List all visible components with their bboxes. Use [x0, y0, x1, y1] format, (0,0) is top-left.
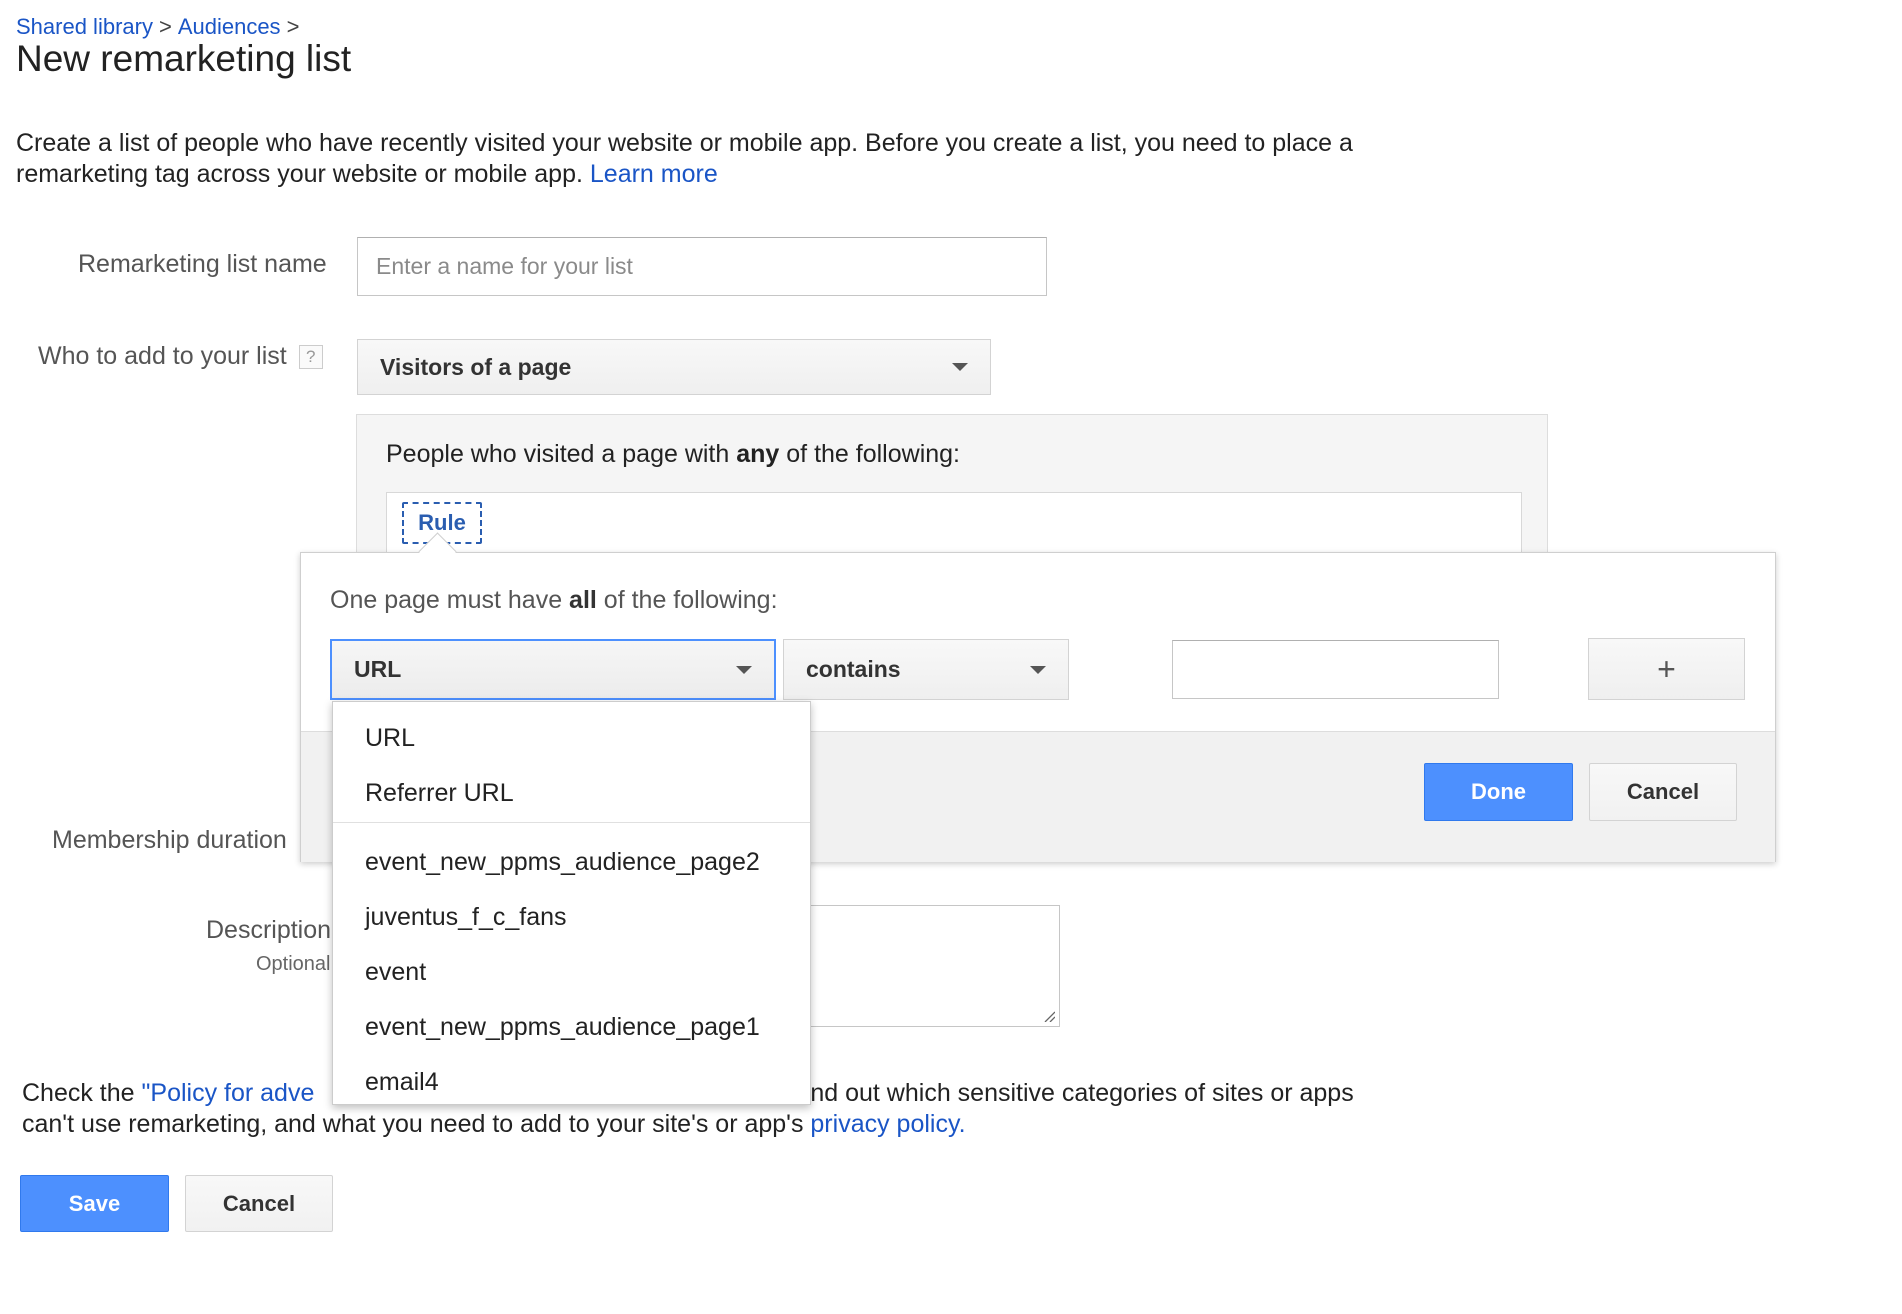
intro-paragraph: Create a list of people who have recentl…: [16, 128, 1436, 190]
popup-heading-post: of the following:: [603, 586, 778, 614]
optional-label: Optional: [256, 953, 331, 975]
membership-duration-label: Membership duration: [52, 826, 287, 854]
chevron-down-icon: [736, 665, 752, 674]
menu-item-custom-param[interactable]: email4: [365, 1068, 439, 1097]
breadcrumb: Shared library > Audiences >: [16, 14, 305, 40]
policy-text-post: nd out which sensitive categories of sit…: [810, 1079, 1354, 1107]
done-button[interactable]: Done: [1424, 763, 1573, 821]
learn-more-link[interactable]: Learn more: [590, 160, 718, 188]
add-condition-button[interactable]: +: [1588, 638, 1745, 700]
chevron-down-icon: [1030, 665, 1046, 674]
condition-operator-value: contains: [806, 656, 901, 682]
menu-item-referrer-url[interactable]: Referrer URL: [365, 779, 514, 808]
who-to-add-select[interactable]: Visitors of a page: [357, 339, 991, 395]
chevron-down-icon: [952, 363, 968, 371]
menu-item-custom-param[interactable]: event_new_ppms_audience_page2: [365, 848, 760, 877]
cancel-button[interactable]: Cancel: [185, 1175, 333, 1232]
who-to-add-label-text: Who to add to your list: [38, 342, 287, 370]
condition-field-select[interactable]: URL: [330, 639, 776, 700]
breadcrumb-separator: >: [158, 14, 172, 39]
resize-handle-icon[interactable]: [1043, 1010, 1055, 1022]
policy-text-pre: Check the: [22, 1079, 135, 1107]
policy-line-2: can't use remarketing, and what you need…: [22, 1109, 1442, 1140]
breadcrumb-audiences-link[interactable]: Audiences: [178, 14, 281, 39]
who-to-add-label: Who to add to your list?: [38, 342, 323, 371]
list-name-label: Remarketing list name: [78, 250, 327, 278]
menu-item-custom-param[interactable]: event_new_ppms_audience_page1: [365, 1013, 760, 1042]
breadcrumb-shared-library-link[interactable]: Shared library: [16, 14, 153, 39]
rule-heading-bold: any: [736, 440, 780, 468]
popup-cancel-button[interactable]: Cancel: [1589, 763, 1737, 821]
condition-field-value: URL: [354, 656, 402, 682]
policy-line-2-text: can't use remarketing, and what you need…: [22, 1110, 804, 1138]
who-to-add-value: Visitors of a page: [380, 353, 572, 380]
save-button[interactable]: Save: [20, 1175, 169, 1232]
condition-operator-select[interactable]: contains: [783, 639, 1069, 700]
condition-field-menu: URL Referrer URL event_new_ppms_audience…: [332, 701, 811, 1105]
menu-divider: [333, 822, 810, 823]
popup-heading: One page must have all of the following:: [330, 586, 778, 615]
menu-item-url[interactable]: URL: [365, 724, 415, 753]
menu-item-custom-param[interactable]: event: [365, 958, 426, 987]
menu-item-custom-param[interactable]: juventus_f_c_fans: [365, 903, 567, 932]
rule-heading: People who visited a page with any of th…: [386, 440, 960, 469]
breadcrumb-separator: >: [286, 14, 300, 39]
condition-value-input[interactable]: [1172, 640, 1499, 699]
privacy-policy-link[interactable]: privacy policy.: [810, 1110, 965, 1138]
plus-icon: +: [1657, 650, 1676, 687]
popup-heading-bold: all: [569, 586, 597, 614]
rule-heading-post: of the following:: [786, 440, 960, 468]
policy-link[interactable]: "Policy for adve: [142, 1079, 315, 1107]
page-title: New remarketing list: [16, 38, 352, 79]
description-label: Description: [206, 916, 332, 944]
popup-heading-pre: One page must have: [330, 586, 563, 614]
list-name-input[interactable]: [357, 237, 1047, 296]
rule-heading-pre: People who visited a page with: [386, 440, 730, 468]
help-icon[interactable]: ?: [298, 345, 323, 370]
